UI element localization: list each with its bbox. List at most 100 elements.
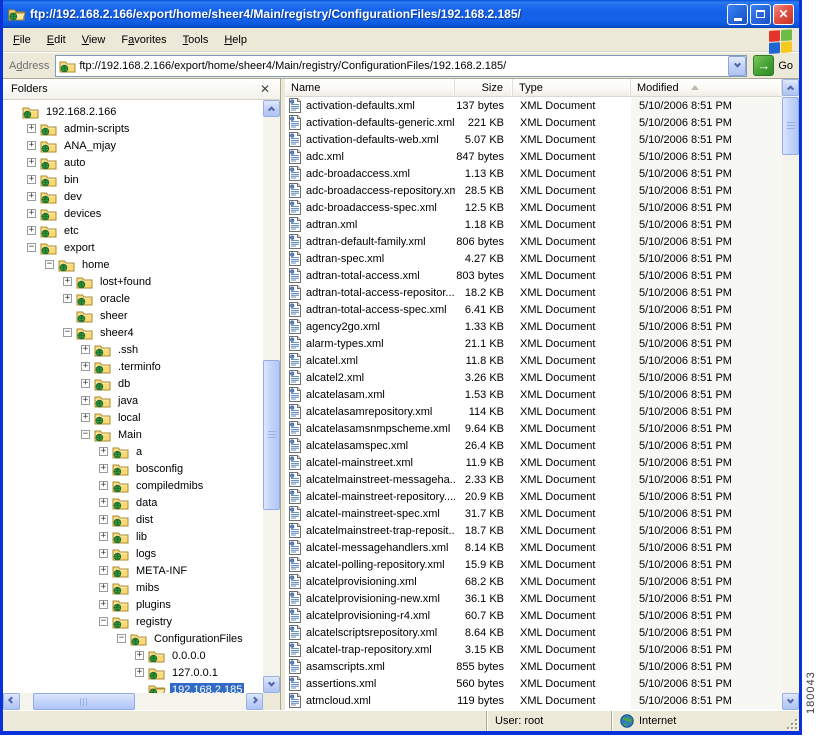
file-row[interactable]: adc-broadaccess.xml1.13 KBXML Document5/… xyxy=(285,165,782,182)
tree-item-meta-inf[interactable]: + META-INF xyxy=(3,562,263,579)
expand-icon[interactable]: + xyxy=(99,481,108,490)
tree-item-ana-mjay[interactable]: + ANA_mjay xyxy=(3,137,263,154)
tree-scroll-thumb[interactable] xyxy=(263,360,280,510)
expand-icon[interactable]: + xyxy=(27,209,36,218)
tree-item-configurationfiles[interactable]: − ConfigurationFiles xyxy=(3,630,263,647)
tree-item-devices[interactable]: + devices xyxy=(3,205,263,222)
tree-item-admin-scripts[interactable]: + admin-scripts xyxy=(3,120,263,137)
menu-file[interactable]: File xyxy=(5,31,39,49)
file-row[interactable]: adtran-spec.xml4.27 KBXML Document5/10/2… xyxy=(285,250,782,267)
tree-item-0-0-0-0[interactable]: + 0.0.0.0 xyxy=(3,647,263,664)
collapse-icon[interactable]: − xyxy=(99,617,108,626)
tree-item-dist[interactable]: + dist xyxy=(3,511,263,528)
file-row[interactable]: agency2go.xml1.33 KBXML Document5/10/200… xyxy=(285,318,782,335)
file-row[interactable]: adc-broadaccess-repository.xml28.5 KBXML… xyxy=(285,182,782,199)
expand-icon[interactable]: + xyxy=(81,413,90,422)
list-vertical-scrollbar[interactable] xyxy=(782,79,799,710)
tree-item-127-0-0-1[interactable]: + 127.0.0.1 xyxy=(3,664,263,681)
expand-icon[interactable]: + xyxy=(99,464,108,473)
expand-icon[interactable]: + xyxy=(135,668,144,677)
file-row[interactable]: alcatelprovisioning-new.xml36.1 KBXML Do… xyxy=(285,590,782,607)
expand-icon[interactable]: + xyxy=(27,141,36,150)
tree-item--ssh[interactable]: + .ssh xyxy=(3,341,263,358)
expand-icon[interactable]: + xyxy=(99,447,108,456)
expand-icon[interactable]: + xyxy=(27,226,36,235)
column-header-size[interactable]: Size xyxy=(455,79,513,96)
address-dropdown-button[interactable] xyxy=(728,56,746,76)
scroll-left-button[interactable] xyxy=(3,693,20,710)
tree-item-auto[interactable]: + auto xyxy=(3,154,263,171)
tree-item-sheer4[interactable]: − sheer4 xyxy=(3,324,263,341)
tree-item-bin[interactable]: + bin xyxy=(3,171,263,188)
file-row[interactable]: activation-defaults-web.xml5.07 KBXML Do… xyxy=(285,131,782,148)
file-row[interactable]: activation-defaults.xml137 bytesXML Docu… xyxy=(285,97,782,114)
file-row[interactable]: alcatelmainstreet-messageha...2.33 KBXML… xyxy=(285,471,782,488)
file-row[interactable]: alcatelasamrepository.xml114 KBXML Docum… xyxy=(285,403,782,420)
tree-item-lost-found[interactable]: + lost+found xyxy=(3,273,263,290)
expand-icon[interactable]: + xyxy=(27,175,36,184)
file-row[interactable]: adc-broadaccess-spec.xml12.5 KBXML Docum… xyxy=(285,199,782,216)
scroll-down-button[interactable] xyxy=(782,693,799,710)
go-button[interactable]: → xyxy=(753,55,774,76)
expand-icon[interactable]: + xyxy=(27,158,36,167)
list-scroll-thumb[interactable] xyxy=(782,97,799,155)
tree-item-bosconfig[interactable]: + bosconfig xyxy=(3,460,263,477)
expand-icon[interactable]: + xyxy=(63,277,72,286)
collapse-icon[interactable]: − xyxy=(27,243,36,252)
collapse-icon[interactable]: − xyxy=(81,430,90,439)
file-row[interactable]: alcatelprovisioning.xml68.2 KBXML Docume… xyxy=(285,573,782,590)
file-row[interactable]: alcatelasamsnmpscheme.xml9.64 KBXML Docu… xyxy=(285,420,782,437)
file-row[interactable]: alcatelmainstreet-trap-reposit...18.7 KB… xyxy=(285,522,782,539)
expand-icon[interactable]: + xyxy=(81,362,90,371)
tree-item--terminfo[interactable]: + .terminfo xyxy=(3,358,263,375)
file-row[interactable]: adtran-default-family.xml806 bytesXML Do… xyxy=(285,233,782,250)
expand-icon[interactable]: + xyxy=(81,345,90,354)
expand-icon[interactable]: + xyxy=(99,532,108,541)
file-row[interactable]: alcatel.xml11.8 KBXML Document5/10/2006 … xyxy=(285,352,782,369)
tree-item-lib[interactable]: + lib xyxy=(3,528,263,545)
file-row[interactable]: alcatelscriptsrepository.xml8.64 KBXML D… xyxy=(285,624,782,641)
file-row[interactable]: assertions.xml560 bytesXML Document5/10/… xyxy=(285,675,782,692)
menu-tools[interactable]: Tools xyxy=(175,31,217,49)
tree-item-export[interactable]: − export xyxy=(3,239,263,256)
tree-item-compiledmibs[interactable]: + compiledmibs xyxy=(3,477,263,494)
file-row[interactable]: adtran-total-access-repositor...18.2 KBX… xyxy=(285,284,782,301)
menu-help[interactable]: Help xyxy=(216,31,255,49)
file-row[interactable]: alcatel-polling-repository.xml15.9 KBXML… xyxy=(285,556,782,573)
tree-hscroll-thumb[interactable] xyxy=(33,693,135,710)
expand-icon[interactable]: + xyxy=(27,192,36,201)
folders-close-icon[interactable]: ✕ xyxy=(258,83,272,95)
expand-icon[interactable]: + xyxy=(63,294,72,303)
file-row[interactable]: adtran.xml1.18 KBXML Document5/10/2006 8… xyxy=(285,216,782,233)
file-row[interactable]: alcatelprovisioning-r4.xml60.7 KBXML Doc… xyxy=(285,607,782,624)
file-row[interactable]: alarm-types.xml21.1 KBXML Document5/10/2… xyxy=(285,335,782,352)
file-row[interactable]: activation-defaults-generic.xml221 KBXML… xyxy=(285,114,782,131)
menu-view[interactable]: View xyxy=(74,31,114,49)
tree-item-local[interactable]: + local xyxy=(3,409,263,426)
expand-icon[interactable]: + xyxy=(99,600,108,609)
expand-icon[interactable]: + xyxy=(135,651,144,660)
tree-item-a[interactable]: + a xyxy=(3,443,263,460)
file-row[interactable]: alcatel2.xml3.26 KBXML Document5/10/2006… xyxy=(285,369,782,386)
expand-icon[interactable]: + xyxy=(99,515,108,524)
tree-item-plugins[interactable]: + plugins xyxy=(3,596,263,613)
menu-favorites[interactable]: Favorites xyxy=(113,31,174,49)
expand-icon[interactable]: + xyxy=(99,583,108,592)
expand-icon[interactable]: + xyxy=(99,549,108,558)
tree-item-etc[interactable]: + etc xyxy=(3,222,263,239)
file-row[interactable]: alcatelasam.xml1.53 KBXML Document5/10/2… xyxy=(285,386,782,403)
tree-item-192-168-2-185[interactable]: 192.168.2.185 xyxy=(3,681,263,693)
resize-grip[interactable] xyxy=(785,717,799,731)
expand-icon[interactable]: + xyxy=(99,566,108,575)
tree-item-sheer[interactable]: sheer xyxy=(3,307,263,324)
tree-item-db[interactable]: + db xyxy=(3,375,263,392)
tree-item-oracle[interactable]: + oracle xyxy=(3,290,263,307)
tree-item-dev[interactable]: + dev xyxy=(3,188,263,205)
expand-icon[interactable]: + xyxy=(81,396,90,405)
file-row[interactable]: adc.xml847 bytesXML Document5/10/2006 8:… xyxy=(285,148,782,165)
scroll-up-button[interactable] xyxy=(263,100,280,117)
menu-edit[interactable]: Edit xyxy=(39,31,74,49)
tree-item-registry[interactable]: − registry xyxy=(3,613,263,630)
file-row[interactable]: atmcloud.xml119 bytesXML Document5/10/20… xyxy=(285,692,782,709)
column-header-name[interactable]: Name xyxy=(285,79,455,96)
